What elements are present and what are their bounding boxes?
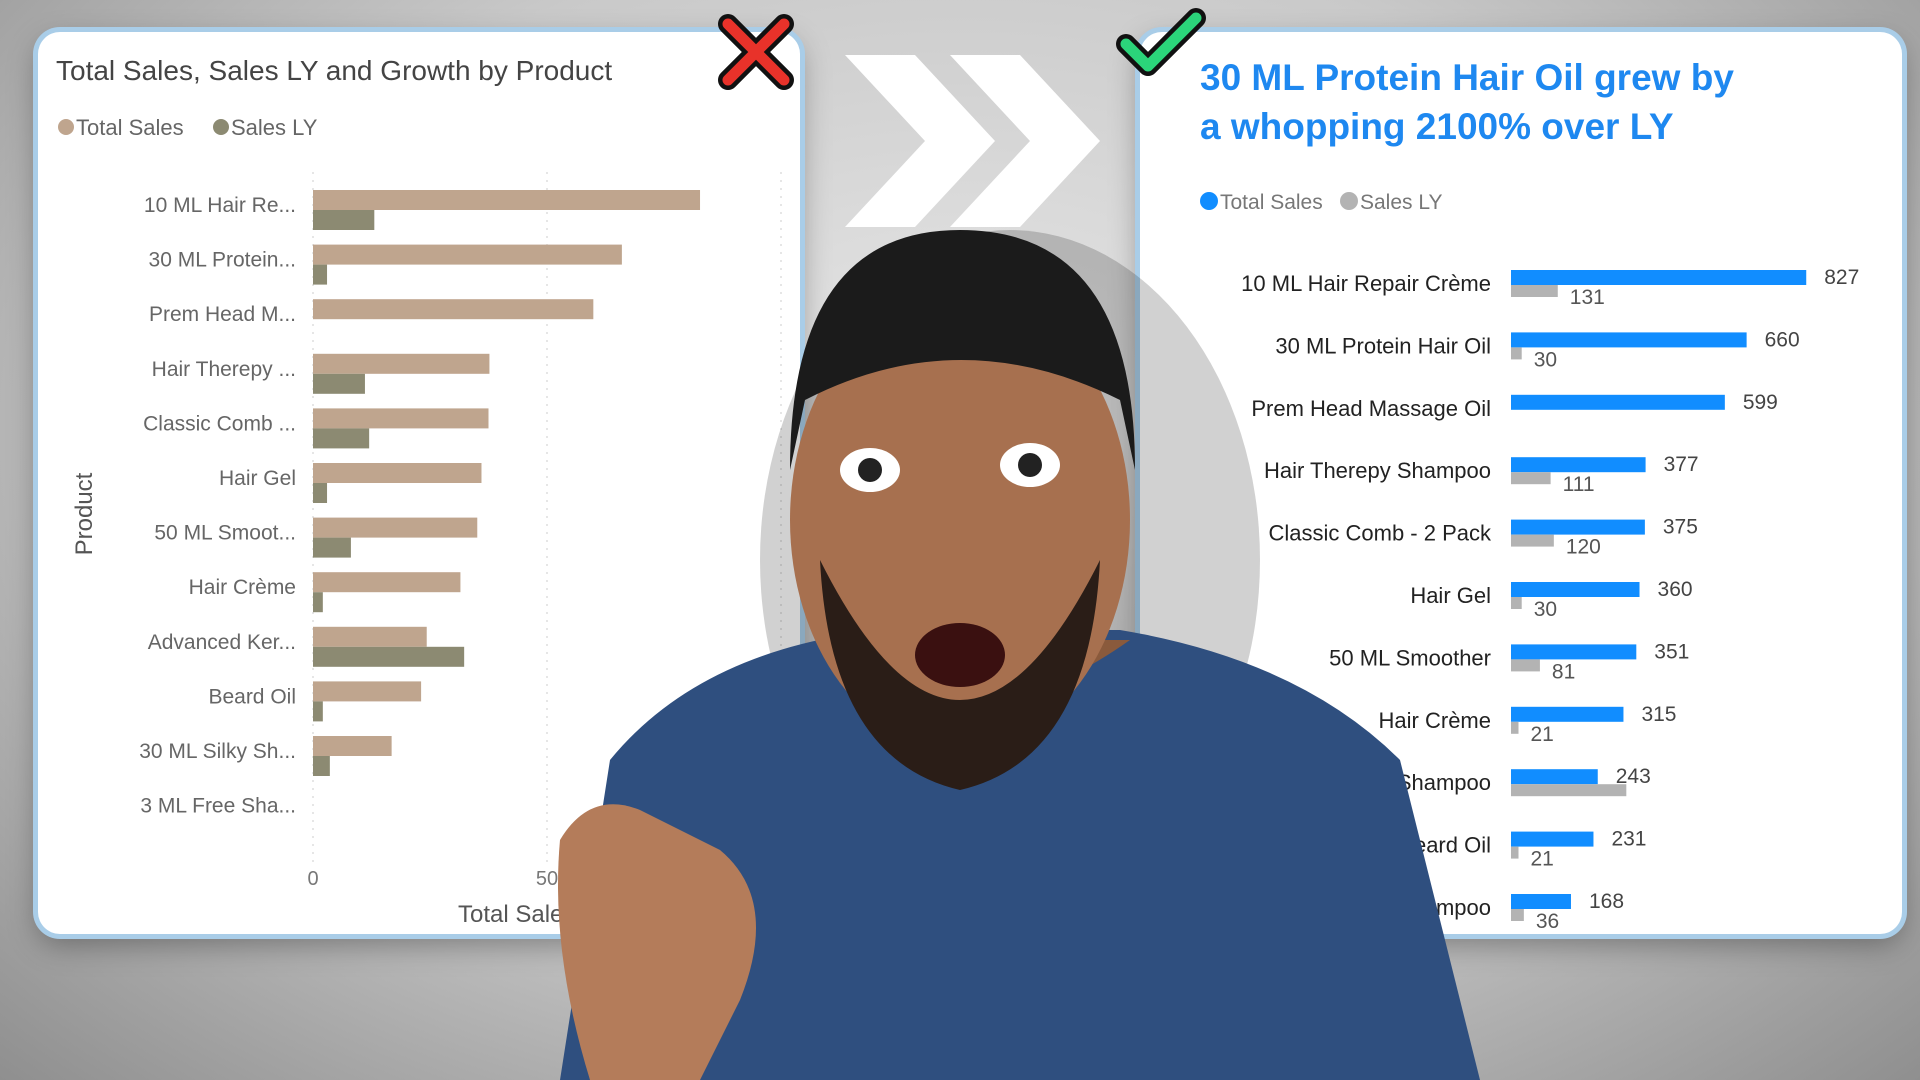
cross-icon: [718, 14, 794, 90]
overlay: [558, 8, 1480, 1080]
check-icon: [1116, 8, 1206, 76]
double-chevron-right-icon: [845, 55, 1100, 227]
presenter-photo: [558, 230, 1480, 1080]
